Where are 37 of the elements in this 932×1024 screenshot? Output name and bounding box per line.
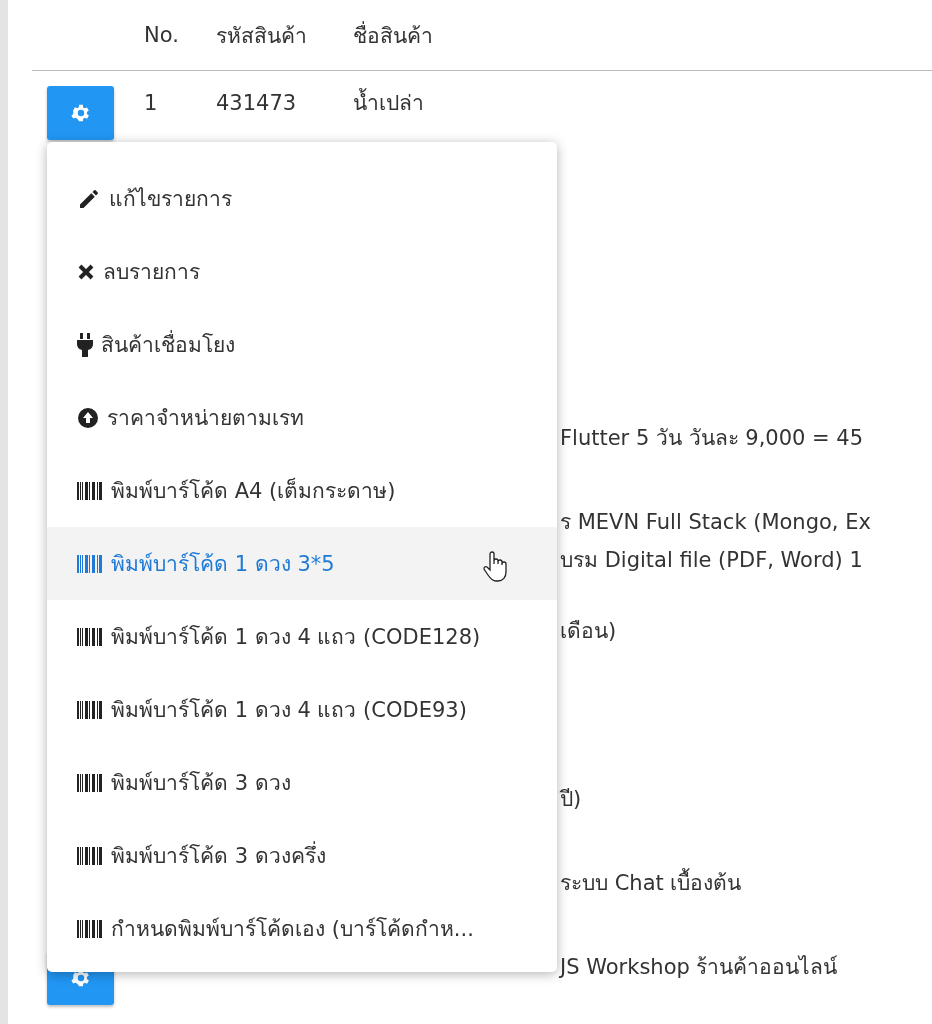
table-cell-text: เดือน) bbox=[560, 618, 618, 645]
menu-item[interactable]: ลบรายการ bbox=[47, 235, 557, 308]
barcode-icon bbox=[77, 627, 103, 646]
close-icon bbox=[77, 262, 95, 281]
barcode-icon bbox=[77, 481, 103, 500]
menu-item[interactable]: แก้ไขรายการ bbox=[47, 162, 557, 235]
table-cell-text: ร MEVN Full Stack (Mongo, Ex bbox=[560, 509, 872, 536]
menu-item[interactable]: สินค้าเชื่อมโยง bbox=[47, 308, 557, 381]
menu-item[interactable]: พิมพ์บาร์โค้ด A4 (เต็มกระดาษ) bbox=[47, 454, 557, 527]
menu-item[interactable]: พิมพ์บาร์โค้ด 1 ดวง 3*5 bbox=[47, 527, 557, 600]
table-cell: ระบบ Chat เบื้องต้น bbox=[560, 864, 932, 902]
settings-button[interactable] bbox=[47, 86, 114, 140]
arrow-up-circle-icon bbox=[77, 406, 99, 429]
barcode-icon bbox=[77, 846, 103, 865]
column-header: No. bbox=[144, 23, 180, 47]
table-cell-text: บรม Digital file (PDF, Word) 1 bbox=[560, 547, 864, 574]
menu-item[interactable]: พิมพ์บาร์โค้ด 1 ดวง 4 แถว (CODE128) bbox=[47, 600, 557, 673]
barcode-icon bbox=[77, 700, 103, 719]
table-cell: น้ำเปล่า bbox=[353, 71, 932, 155]
menu-item[interactable]: พิมพ์บาร์โค้ด 3 ดวงครึ่ง bbox=[47, 819, 557, 892]
menu-item[interactable]: พิมพ์บาร์โค้ด 1 ดวง 4 แถว (CODE93) bbox=[47, 673, 557, 746]
table-cell-text: JS Workshop ร้านค้าออนไลน์ bbox=[560, 954, 839, 981]
menu-item[interactable]: พิมพ์บาร์โค้ด 3 ดวง bbox=[47, 746, 557, 819]
table-cell-text: Flutter 5 วัน วันละ 9,000 = 45 bbox=[560, 425, 865, 452]
menu-item[interactable]: กำหนดพิมพ์บาร์โค้ดเอง (บาร์โค้ดกำห... bbox=[47, 892, 557, 965]
table-cell-text: 431473 bbox=[216, 90, 298, 117]
table-cell-text: 1 bbox=[144, 90, 159, 117]
barcode-icon bbox=[77, 919, 103, 938]
table-cell-text: ปี) bbox=[560, 786, 583, 813]
column-header: ชื่อสินค้า bbox=[353, 20, 434, 50]
barcode-icon bbox=[77, 773, 103, 792]
gear-icon bbox=[69, 102, 92, 124]
menu-item[interactable]: ราคาจำหน่ายตามเรท bbox=[47, 381, 557, 454]
barcode-icon bbox=[77, 554, 103, 573]
hand-cursor-icon bbox=[483, 551, 509, 583]
column-header: รหัสสินค้า bbox=[216, 22, 308, 50]
plug-icon bbox=[77, 332, 93, 357]
